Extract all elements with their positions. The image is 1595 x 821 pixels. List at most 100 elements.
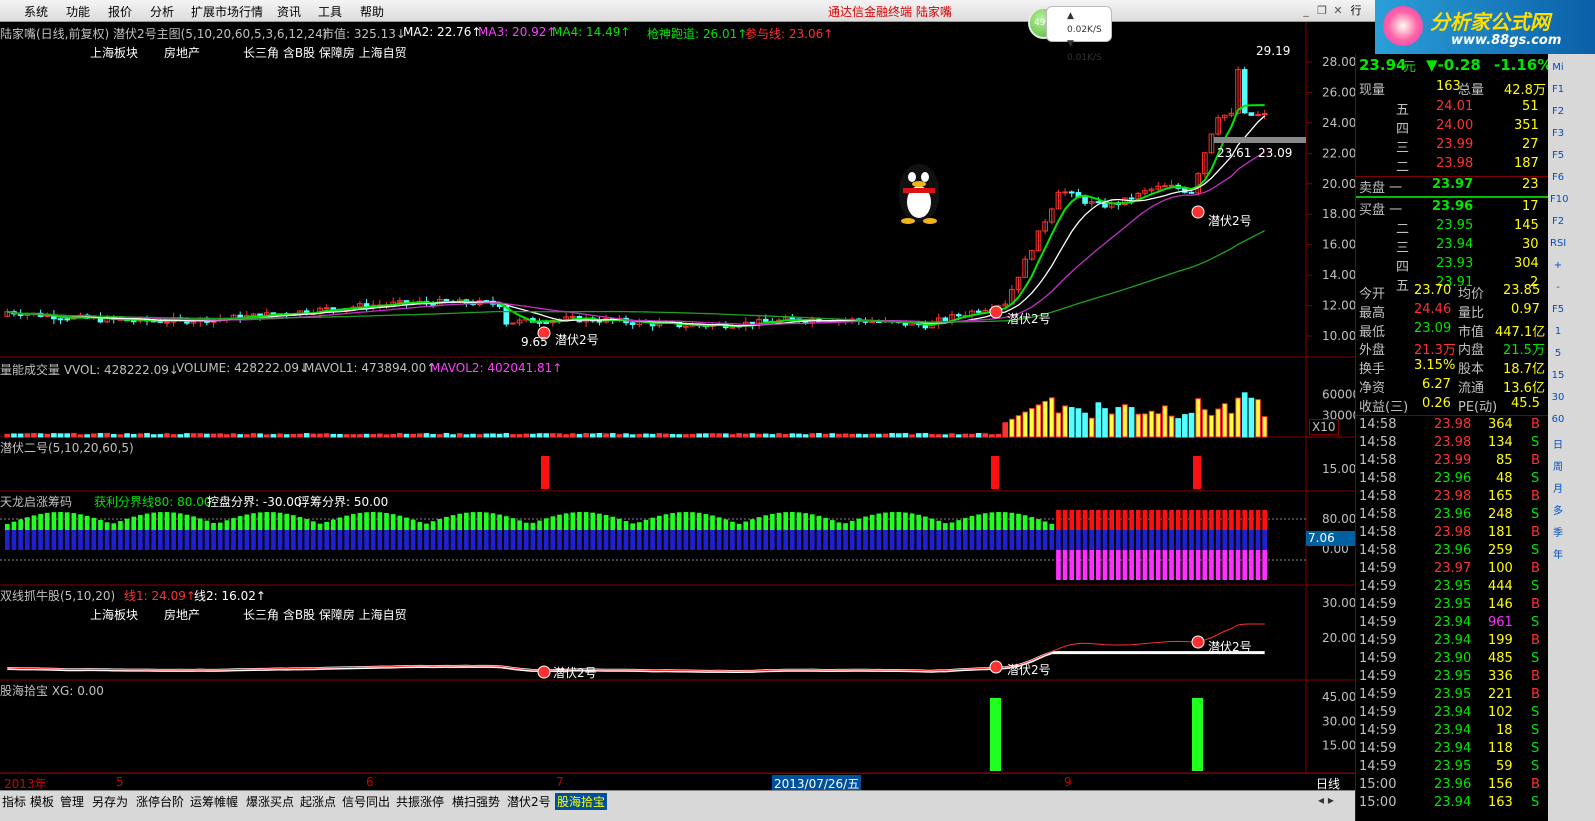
tianlong-blue-bar (1189, 530, 1194, 550)
brand-url: www.88gs.com (1451, 33, 1562, 48)
side-tool-icon[interactable]: 15 (1550, 370, 1566, 386)
side-tool-icon[interactable]: 月 (1550, 480, 1566, 496)
tab-qianfu2[interactable]: 潜伏2号 (507, 793, 551, 810)
tianlong-green-bar (177, 513, 183, 530)
tianlong-blue-bar (344, 530, 349, 550)
side-tool-icon[interactable]: 年 (1550, 546, 1566, 562)
menu-item-tools[interactable]: 工具 (318, 3, 342, 20)
side-tool-icon[interactable]: 1 (1550, 326, 1566, 342)
close-icon[interactable]: ✕ (1330, 4, 1346, 17)
tianlong-green-bar (803, 513, 808, 530)
tianlong-green-bar (284, 513, 290, 530)
side-tool-icon[interactable]: 5 (1550, 348, 1566, 364)
menu-item-help[interactable]: 帮助 (360, 3, 384, 20)
tianlong-blue-bar (670, 530, 675, 550)
guhai-header: 股海拾宝 XG: 0.00 (0, 684, 104, 698)
tianlong-green-bar (311, 521, 316, 530)
side-tool-icon[interactable]: F2 (1550, 106, 1566, 122)
side-tool-icon[interactable]: Mi (1550, 62, 1566, 78)
side-tool-icon[interactable]: F6 (1550, 172, 1566, 188)
tianlong-green-bar (843, 523, 848, 530)
tianlong-blue-bar (550, 530, 556, 550)
volume-bar (124, 433, 130, 438)
tick-row: 14:59 23.97 100 B (1356, 561, 1551, 579)
side-tool-icon[interactable]: + (1550, 260, 1566, 276)
side-tool-icon[interactable]: 多 (1550, 502, 1566, 518)
volume-bar (816, 433, 822, 438)
side-tool-icon[interactable]: F5 (1550, 304, 1566, 320)
stat-value: 3.15% (1414, 358, 1456, 374)
side-tool-icon[interactable]: F2 (1550, 216, 1566, 232)
tab-surge-buy[interactable]: 爆涨买点 (246, 793, 294, 810)
side-tool-icon[interactable]: F5 (1550, 150, 1566, 166)
tianlong-blue-bar (1036, 530, 1041, 550)
side-tool-icon[interactable]: 60 (1550, 414, 1566, 430)
qiangshen-value: 枪神跑道: 26.01↑ (647, 27, 748, 41)
volume-bar (1002, 422, 1009, 438)
tianlong-red-bar (1135, 510, 1141, 530)
tianlong-blue-bar (1109, 530, 1114, 550)
tab-sweep-strong[interactable]: 横扫强势 (452, 793, 500, 810)
tab-label[interactable]: 行 (1346, 2, 1366, 18)
tab-save-as[interactable]: 另存为 (92, 793, 128, 810)
menu-item-analysis[interactable]: 分析 (150, 3, 174, 20)
sx-tick-20: 20.00 (1322, 631, 1355, 645)
tianlong-green-bar (716, 517, 722, 530)
minimize-icon[interactable]: _ (1298, 4, 1314, 17)
menu-item-system[interactable]: 系统 (24, 3, 48, 20)
tab-strategy[interactable]: 运筹帷幄 (190, 793, 238, 810)
restore-icon[interactable]: ❐ (1314, 4, 1330, 17)
menu-item-ext-market[interactable]: 扩展市场行情 (191, 3, 263, 20)
tab-template[interactable]: 模板 (30, 793, 54, 810)
tianlong-blue-bar (357, 530, 363, 550)
side-tool-icon[interactable]: F3 (1550, 128, 1566, 144)
candle-body (729, 326, 736, 329)
tab-guhai-selected[interactable]: 股海拾宝 (555, 793, 608, 810)
volume-bar (1062, 405, 1068, 438)
side-tool-icon[interactable]: 周 (1550, 458, 1566, 474)
tick-side: S (1531, 543, 1540, 558)
tab-manage[interactable]: 管理 (60, 793, 84, 810)
side-tool-icon[interactable]: F10 (1550, 194, 1568, 210)
tianlong-blue-bar (450, 530, 456, 550)
volume-bar (576, 433, 583, 438)
side-tool-icon[interactable]: - (1550, 282, 1566, 298)
tick-row: 14:59 23.95 336 B (1356, 669, 1551, 687)
tab-signal-sync[interactable]: 信号同出 (342, 793, 390, 810)
tianlong-magenta-bar (1209, 550, 1214, 580)
tianlong-magenta-bar (1215, 550, 1221, 580)
stat-label: 换手 (1359, 362, 1386, 378)
tianlong-red-bar (1229, 510, 1234, 530)
menu-item-quote[interactable]: 报价 (108, 3, 132, 20)
side-tool-icon[interactable]: 季 (1550, 524, 1566, 540)
side-tool-icon[interactable]: 30 (1550, 392, 1566, 408)
canyu-value: 参与线: 23.06↑ (745, 27, 834, 41)
tab-nav-arrows[interactable]: ◂ ▸ (1318, 793, 1334, 807)
tianlong-blue-bar (982, 530, 988, 550)
side-tool-icon[interactable]: RSI (1550, 238, 1566, 254)
tianlong-blue-bar (849, 530, 855, 550)
tianlong-red-bar (1162, 510, 1168, 530)
volume-bar (456, 433, 463, 438)
tab-resonance[interactable]: 共振涨停 (396, 793, 444, 810)
volume-bar (703, 433, 709, 438)
tab-indicator[interactable]: 指标 (2, 793, 26, 810)
bid-row: 三 23.94 30 (1356, 237, 1551, 256)
tab-start-point[interactable]: 起涨点 (300, 793, 336, 810)
volume-bar (709, 433, 716, 438)
kline-chart[interactable]: 28.00 26.00 24.00 22.00 20.00 18.00 16.00 14.00… (0, 22, 1355, 774)
tianlong-blue-bar (750, 530, 755, 550)
volume-bar (1175, 418, 1182, 438)
tianlong-red-bar (1242, 510, 1248, 530)
tianlong-green-bar (623, 521, 629, 530)
tick-volume: 485 (1488, 651, 1513, 666)
tianlong-red-bar (1222, 510, 1228, 530)
side-tool-icon[interactable]: 日 (1550, 436, 1566, 452)
tianlong-blue-bar (264, 530, 270, 550)
side-tool-icon[interactable]: F1 (1550, 84, 1566, 100)
menu-item-news[interactable]: 资讯 (277, 3, 301, 20)
tab-limitup-steps[interactable]: 涨停台阶 (136, 793, 184, 810)
menu-item-function[interactable]: 功能 (66, 3, 90, 20)
tianlong-green-bar (417, 522, 423, 530)
ma60-line (7, 230, 1265, 323)
